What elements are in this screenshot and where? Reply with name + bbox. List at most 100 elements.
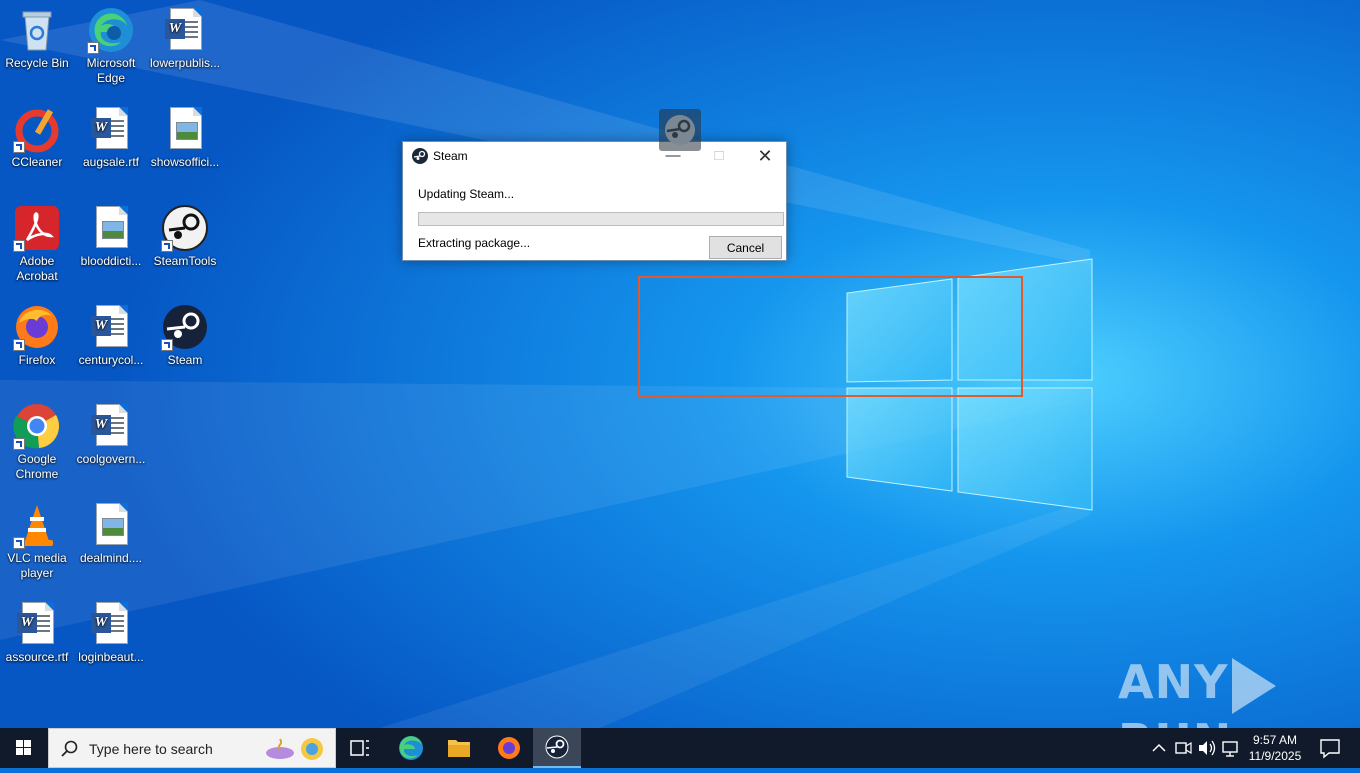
taskbar-edge[interactable] — [387, 728, 435, 768]
desktop-icon-ccleaner[interactable]: CCleaner — [0, 99, 74, 170]
shortcut-arrow-icon — [161, 339, 173, 351]
network-icon — [1222, 741, 1238, 757]
shortcut-arrow-icon — [13, 339, 25, 351]
steam-icon — [161, 303, 209, 351]
desktop-icon-acrobat[interactable]: Adobe Acrobat — [0, 198, 74, 284]
desktop-icon-label: centurycol... — [78, 353, 144, 367]
maximize-icon: □ — [714, 147, 724, 164]
word-doc-icon: W — [13, 600, 61, 648]
word-doc-icon: W — [161, 6, 209, 54]
update-progress-bar — [418, 212, 784, 226]
desktop-icon-label: showsoffici... — [150, 155, 220, 169]
desktop-icon-coolgovern[interactable]: W coolgovern... — [74, 396, 148, 467]
desktop-icon-label: Recycle Bin — [5, 56, 69, 70]
selection-rectangle — [638, 276, 1023, 397]
desktop-icon-steamtools[interactable]: SteamTools — [148, 198, 222, 269]
vlc-icon — [13, 501, 61, 549]
image-file-icon — [87, 204, 135, 252]
close-icon: ✕ — [757, 146, 773, 166]
shortcut-arrow-icon — [161, 240, 173, 252]
desktop-icon-label: loginbeaut... — [78, 650, 144, 664]
desktop-icon-label: blooddicti... — [80, 254, 142, 268]
desktop-icon-label: CCleaner — [11, 155, 63, 169]
tray-network[interactable] — [1220, 728, 1242, 768]
dragged-steam-icon — [659, 109, 701, 151]
acrobat-icon — [13, 204, 61, 252]
ccleaner-icon — [13, 105, 61, 153]
taskbar: Type here to search 9:57 AM 11/9/2025 — [0, 728, 1360, 768]
steam-icon — [545, 735, 569, 759]
desktop-icon-label: Microsoft Edge — [86, 56, 136, 85]
shortcut-arrow-icon — [13, 537, 25, 549]
shortcut-arrow-icon — [13, 438, 25, 450]
edge-icon — [87, 6, 135, 54]
edge-icon — [399, 736, 423, 760]
camera-icon — [1175, 741, 1192, 755]
desktop-icon-blooddicti[interactable]: blooddicti... — [74, 198, 148, 269]
taskbar-clock[interactable]: 9:57 AM 11/9/2025 — [1245, 732, 1305, 764]
watermark-left-text: ANY — [1118, 655, 1229, 709]
tray-volume[interactable] — [1196, 728, 1218, 768]
dialog-title: Steam — [433, 149, 468, 163]
image-file-icon — [87, 501, 135, 549]
task-view-icon — [350, 740, 369, 756]
tray-overflow-button[interactable] — [1148, 728, 1170, 768]
play-icon — [1232, 657, 1277, 714]
clock-time: 9:57 AM — [1252, 733, 1298, 747]
taskbar-search-box[interactable]: Type here to search — [48, 728, 336, 768]
desktop-icon-edge[interactable]: Microsoft Edge — [74, 0, 148, 86]
word-doc-icon: W — [87, 303, 135, 351]
taskbar-steam[interactable] — [533, 728, 581, 768]
desktop-icon-loginbeaut[interactable]: W loginbeaut... — [74, 594, 148, 665]
desktop-icon-label: Adobe Acrobat — [16, 254, 58, 283]
desktop-icon-label: Steam — [167, 353, 203, 367]
desktop-icon-recycle-bin[interactable]: Recycle Bin — [0, 0, 74, 71]
start-button[interactable] — [0, 728, 48, 768]
word-doc-icon: W — [87, 600, 135, 648]
image-file-icon — [161, 105, 209, 153]
steam-update-dialog: Steam — □ ✕ Updating Steam... Extracting… — [402, 141, 787, 261]
desktop-icon-label: dealmind.... — [79, 551, 143, 565]
desktop-icon-label: Google Chrome — [15, 452, 59, 481]
task-view-button[interactable] — [336, 728, 384, 768]
extract-status-text: Extracting package... — [418, 236, 531, 250]
firefox-icon — [498, 737, 520, 759]
update-status-text: Updating Steam... — [418, 187, 515, 201]
desktop-icon-chrome[interactable]: Google Chrome — [0, 396, 74, 482]
desktop-icon-dealmind[interactable]: dealmind.... — [74, 495, 148, 566]
search-placeholder: Type here to search — [89, 741, 213, 757]
desktop-icon-label: VLC media player — [7, 551, 67, 580]
close-button[interactable]: ✕ — [742, 142, 788, 170]
maximize-button[interactable]: □ — [696, 142, 742, 170]
chevron-up-icon — [1152, 743, 1166, 752]
desktop-icon-label: Firefox — [18, 353, 56, 367]
recycle-bin-icon — [13, 6, 61, 54]
cancel-button[interactable]: Cancel — [709, 236, 782, 259]
shortcut-arrow-icon — [13, 240, 25, 252]
desktop-icon-label: SteamTools — [153, 254, 217, 268]
clock-date: 11/9/2025 — [1248, 749, 1302, 763]
tray-meet-now[interactable] — [1172, 728, 1194, 768]
taskbar-firefox[interactable] — [485, 728, 533, 768]
search-icon — [61, 740, 78, 757]
word-doc-icon: W — [87, 402, 135, 450]
action-center-button[interactable] — [1312, 728, 1360, 768]
search-highlight-icon — [266, 738, 323, 760]
dialog-titlebar[interactable]: Steam — □ ✕ — [403, 142, 786, 170]
chrome-icon — [13, 402, 61, 450]
desktop-icon-firefox[interactable]: Firefox — [0, 297, 74, 368]
desktop-icon-vlc[interactable]: VLC media player — [0, 495, 74, 581]
desktop-icon-label: assource.rtf — [5, 650, 69, 664]
taskbar-file-explorer[interactable] — [435, 728, 483, 768]
desktop-icon-lowerpublis[interactable]: W lowerpublis... — [148, 0, 222, 71]
desktop-icon-steam[interactable]: Steam — [148, 297, 222, 368]
desktop-icon-label: lowerpublis... — [149, 56, 221, 70]
word-doc-icon: W — [87, 105, 135, 153]
desktop-icon-centurycol[interactable]: W centurycol... — [74, 297, 148, 368]
desktop-icon-showsoffici[interactable]: showsoffici... — [148, 99, 222, 170]
steam-icon — [412, 148, 428, 164]
steam-icon — [161, 204, 209, 252]
folder-icon — [448, 740, 470, 757]
desktop-icon-assource[interactable]: W assource.rtf — [0, 594, 74, 665]
desktop-icon-augsale[interactable]: W augsale.rtf — [74, 99, 148, 170]
